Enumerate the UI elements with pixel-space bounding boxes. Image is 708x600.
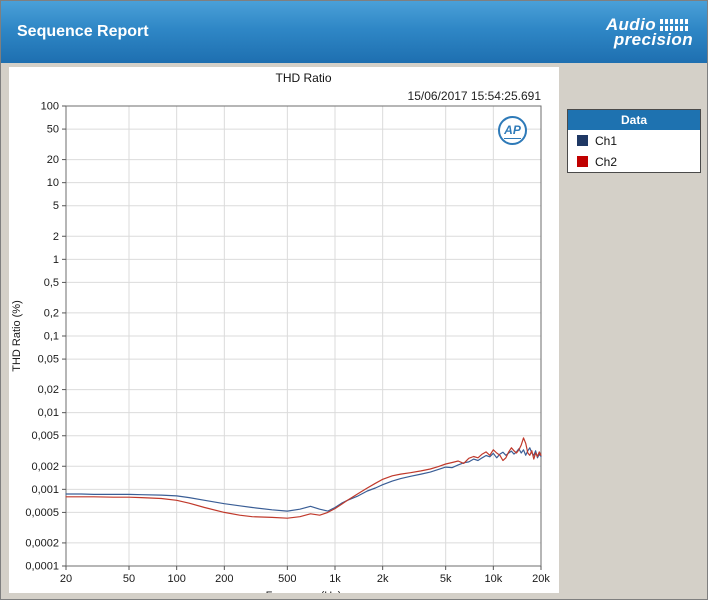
svg-text:200: 200 bbox=[215, 573, 233, 585]
svg-text:1k: 1k bbox=[329, 573, 341, 585]
svg-text:0,2: 0,2 bbox=[44, 307, 59, 319]
ap-monogram: AP bbox=[504, 122, 521, 139]
timestamp: 15/06/2017 15:54:25.691 bbox=[407, 89, 541, 103]
audio-precision-logo: Audio precision bbox=[606, 16, 693, 49]
svg-text:0,05: 0,05 bbox=[38, 354, 59, 366]
svg-text:0,0002: 0,0002 bbox=[25, 537, 59, 549]
svg-text:50: 50 bbox=[123, 573, 135, 585]
svg-text:20k: 20k bbox=[532, 573, 550, 585]
svg-text:0,02: 0,02 bbox=[38, 384, 59, 396]
legend-item-label: Ch2 bbox=[595, 154, 618, 169]
svg-text:0,0005: 0,0005 bbox=[25, 507, 59, 519]
svg-text:0,5: 0,5 bbox=[44, 277, 59, 289]
svg-text:0,001: 0,001 bbox=[31, 484, 59, 496]
chart-title: THD Ratio bbox=[275, 71, 332, 85]
legend: Data Ch1 Ch2 bbox=[567, 109, 701, 173]
svg-text:1: 1 bbox=[53, 254, 59, 266]
thd-plot: 100 50 20 10 5 2 1 0,5 0,2 0,1 0,05 0,02 0,01 0,005 0,… bbox=[11, 101, 550, 594]
legend-item-label: Ch1 bbox=[595, 133, 618, 148]
legend-header: Data bbox=[568, 110, 700, 130]
svg-text:0,005: 0,005 bbox=[31, 430, 59, 442]
svg-text:THD Ratio (%): THD Ratio (%) bbox=[11, 300, 23, 372]
legend-swatch bbox=[577, 156, 588, 167]
legend-item-ch1[interactable]: Ch1 bbox=[568, 130, 700, 151]
svg-text:10: 10 bbox=[47, 177, 59, 189]
svg-text:20: 20 bbox=[60, 573, 72, 585]
brand-line2: precision bbox=[613, 30, 693, 49]
page-title: Sequence Report bbox=[17, 23, 149, 40]
svg-text:2: 2 bbox=[53, 231, 59, 243]
header-bar: Sequence Report Audio precision bbox=[1, 1, 707, 63]
legend-item-ch2[interactable]: Ch2 bbox=[568, 151, 700, 172]
svg-text:100: 100 bbox=[167, 573, 185, 585]
svg-text:0,1: 0,1 bbox=[44, 331, 59, 343]
svg-text:100: 100 bbox=[41, 101, 59, 113]
svg-text:500: 500 bbox=[278, 573, 296, 585]
legend-swatch bbox=[577, 135, 588, 146]
svg-text:0,0001: 0,0001 bbox=[25, 561, 59, 573]
ap-logo-icon: AP bbox=[498, 116, 527, 145]
svg-text:20: 20 bbox=[47, 154, 59, 166]
svg-text:50: 50 bbox=[47, 124, 59, 136]
svg-text:2k: 2k bbox=[377, 573, 389, 585]
svg-text:10k: 10k bbox=[484, 573, 502, 585]
svg-text:5: 5 bbox=[53, 200, 59, 212]
svg-text:Frequency (Hz): Frequency (Hz) bbox=[266, 590, 342, 593]
svg-text:5k: 5k bbox=[440, 573, 452, 585]
svg-text:0,01: 0,01 bbox=[38, 407, 59, 419]
svg-text:0,002: 0,002 bbox=[31, 461, 59, 473]
chart-panel: 100 50 20 10 5 2 1 0,5 0,2 0,1 0,05 0,02 0,01 0,005 0,… bbox=[9, 67, 559, 593]
